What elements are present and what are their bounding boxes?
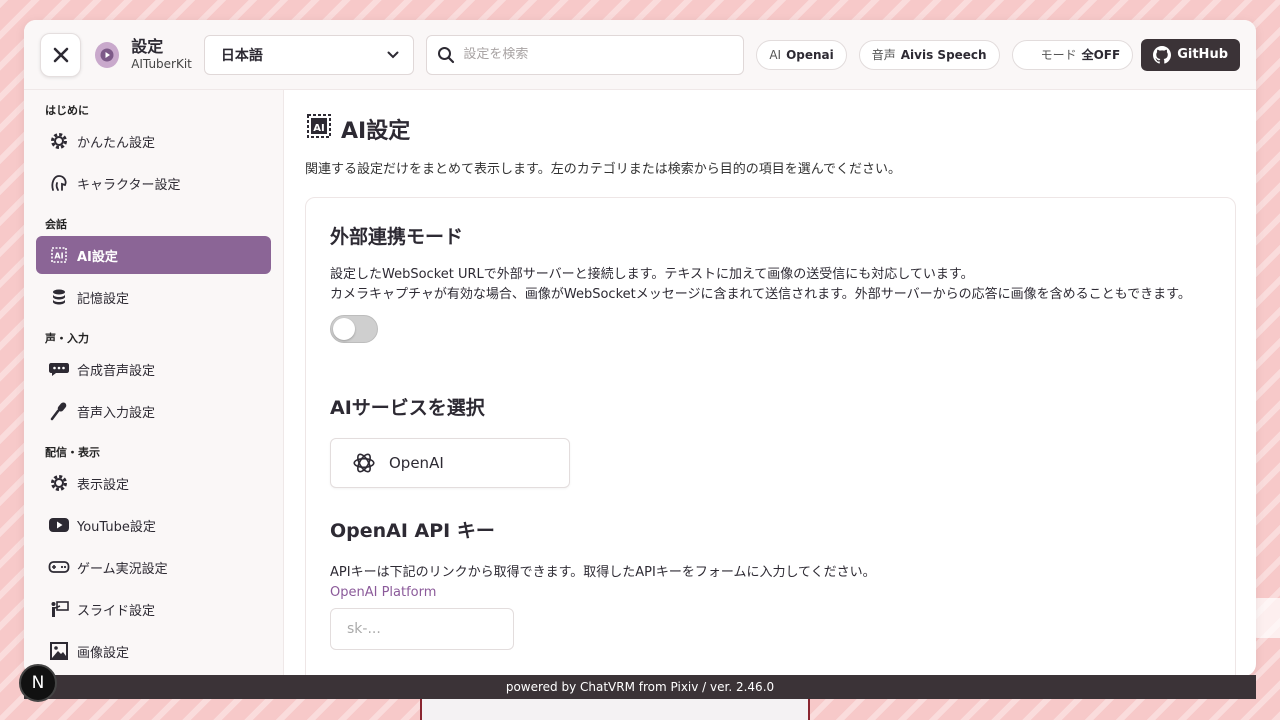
github-label: GitHub xyxy=(1177,47,1228,62)
ai-chip-icon: AI xyxy=(305,112,333,146)
language-select[interactable]: 日本語 xyxy=(203,34,415,75)
sidebar-item-label: AI設定 xyxy=(77,249,118,265)
chip-value: Aivis Speech xyxy=(900,47,987,62)
close-icon xyxy=(53,47,68,62)
sidebar-item-easy-settings[interactable]: かんたん設定 xyxy=(36,122,271,160)
svg-text:AI: AI xyxy=(54,252,63,261)
gear-icon xyxy=(48,472,70,494)
chat-bubble-icon xyxy=(48,358,70,380)
footer-bar: powered by ChatVRM from Pixiv / ver. 2.4… xyxy=(24,675,1256,699)
settings-card: 外部連携モード 設定したWebSocket URLで外部サーバーと接続します。テ… xyxy=(305,197,1236,676)
close-button[interactable] xyxy=(40,32,82,77)
sidebar-item-ai-settings[interactable]: AI AI設定 xyxy=(36,236,271,274)
description-line: 設定したWebSocket URLで外部サーバーと接続します。テキストに加えて画… xyxy=(330,267,974,282)
toggle-knob xyxy=(333,318,355,340)
gear-icon xyxy=(48,130,70,152)
github-icon xyxy=(1153,45,1172,64)
search-box[interactable] xyxy=(426,34,745,75)
section-description: 関連する設定だけをまとめて表示します。左のカテゴリまたは検索から目的の項目を選ん… xyxy=(305,162,902,177)
api-key-description: APIキーは下記のリンクから取得できます。取得したAPIキーをフォームに入力して… xyxy=(330,565,876,580)
search-input[interactable] xyxy=(463,47,734,62)
sidebar-item-youtube-settings[interactable]: YouTube設定 xyxy=(36,506,271,544)
sidebar-section-title: 会話 xyxy=(45,218,67,231)
chip-value: 全OFF xyxy=(1081,48,1121,62)
sidebar-item-image-settings[interactable]: 画像設定 xyxy=(36,632,271,670)
settings-panel: 設定 AITuberKit 日本語 AI Openai 音声 Aivis Spe… xyxy=(24,20,1256,676)
chip-key: AI xyxy=(769,47,782,62)
svg-text:AI: AI xyxy=(313,123,324,134)
sidebar-item-label: かんたん設定 xyxy=(77,135,156,151)
chip-key: モード xyxy=(1040,48,1077,62)
nextjs-badge[interactable]: N xyxy=(19,664,57,702)
sidebar-item-game-settings[interactable]: ゲーム実況設定 xyxy=(36,548,271,586)
description-line: カメラキャプチャが有効な場合、画像がWebSocketメッセージに含まれて送信さ… xyxy=(330,287,1191,302)
ai-service-select[interactable]: OpenAI xyxy=(330,438,570,488)
ai-chip-icon: AI xyxy=(48,244,70,266)
section-title-text: AI設定 xyxy=(341,119,411,144)
microphone-icon xyxy=(48,400,70,422)
youtube-icon xyxy=(48,514,70,536)
sidebar-section-title: 配信・表示 xyxy=(45,446,100,459)
language-value: 日本語 xyxy=(220,47,263,64)
badge-letter: N xyxy=(31,673,45,693)
chip-value: Openai xyxy=(786,47,834,62)
database-icon xyxy=(48,286,70,308)
external-mode-description: 設定したWebSocket URLで外部サーバーと接続します。テキストに加えて画… xyxy=(330,265,1211,305)
chip-key: 音声 xyxy=(871,48,896,62)
character-icon xyxy=(48,172,70,194)
api-key-input[interactable] xyxy=(330,608,514,650)
section-title: AI AI設定 xyxy=(305,112,1236,146)
header-bar: 設定 AITuberKit 日本語 AI Openai 音声 Aivis Spe… xyxy=(24,20,1256,90)
page-title: 設定 xyxy=(131,36,164,56)
sidebar-item-character-settings[interactable]: キャラクター設定 xyxy=(36,164,271,202)
sidebar-item-display-settings[interactable]: 表示設定 xyxy=(36,464,271,502)
sidebar-item-label: YouTube設定 xyxy=(77,519,156,535)
sidebar-item-label: スライド設定 xyxy=(77,603,156,619)
sidebar-item-label: 記憶設定 xyxy=(77,291,130,307)
sidebar-item-memory-settings[interactable]: 記憶設定 xyxy=(36,278,271,316)
api-key-heading: OpenAI API キー xyxy=(330,520,495,542)
sidebar-item-label: ゲーム実況設定 xyxy=(77,561,168,577)
app-name: AITuberKit xyxy=(131,57,192,72)
external-mode-heading: 外部連携モード xyxy=(330,226,464,248)
openai-icon xyxy=(353,453,375,473)
sidebar-item-voice-input[interactable]: 音声入力設定 xyxy=(36,392,271,430)
sidebar-item-label: キャラクター設定 xyxy=(77,177,181,193)
sidebar-item-label: 音声入力設定 xyxy=(77,405,156,421)
sidebar-item-label: 画像設定 xyxy=(77,645,130,661)
external-mode-toggle[interactable] xyxy=(330,315,378,343)
sidebar-section-title: 声・入力 xyxy=(45,332,89,345)
mode-status-chip[interactable]: モード 全OFF xyxy=(1011,39,1134,70)
image-icon xyxy=(48,640,70,662)
ai-status-chip[interactable]: AI Openai xyxy=(756,39,847,70)
presentation-icon xyxy=(48,598,70,620)
sidebar-item-voice-synthesis[interactable]: 合成音声設定 xyxy=(36,350,271,388)
sidebar: はじめに かんたん設定 キャラクター設定 会話 AI AI設定 記憶設定 声・入… xyxy=(24,90,284,676)
chevron-down-icon xyxy=(387,51,399,58)
voice-status-chip[interactable]: 音声 Aivis Speech xyxy=(858,39,1000,70)
gamepad-icon xyxy=(48,556,70,578)
sidebar-item-label: 表示設定 xyxy=(77,477,130,493)
main-content: AI AI設定 関連する設定だけをまとめて表示します。左のカテゴリまたは検索から… xyxy=(285,90,1256,676)
sidebar-item-slide-settings[interactable]: スライド設定 xyxy=(36,590,271,628)
openai-platform-link[interactable]: OpenAI Platform xyxy=(330,585,1211,600)
footer-text: powered by ChatVRM from Pixiv / ver. 2.4… xyxy=(505,680,775,694)
app-logo-icon xyxy=(95,41,120,68)
brand: 設定 AITuberKit xyxy=(131,38,192,72)
sidebar-section-title: はじめに xyxy=(45,104,89,117)
ai-service-heading: AIサービスを選択 xyxy=(330,397,485,419)
search-icon xyxy=(438,46,455,63)
sidebar-item-label: 合成音声設定 xyxy=(77,363,156,379)
ai-service-value: OpenAI xyxy=(389,454,444,472)
github-button[interactable]: GitHub xyxy=(1141,38,1240,71)
